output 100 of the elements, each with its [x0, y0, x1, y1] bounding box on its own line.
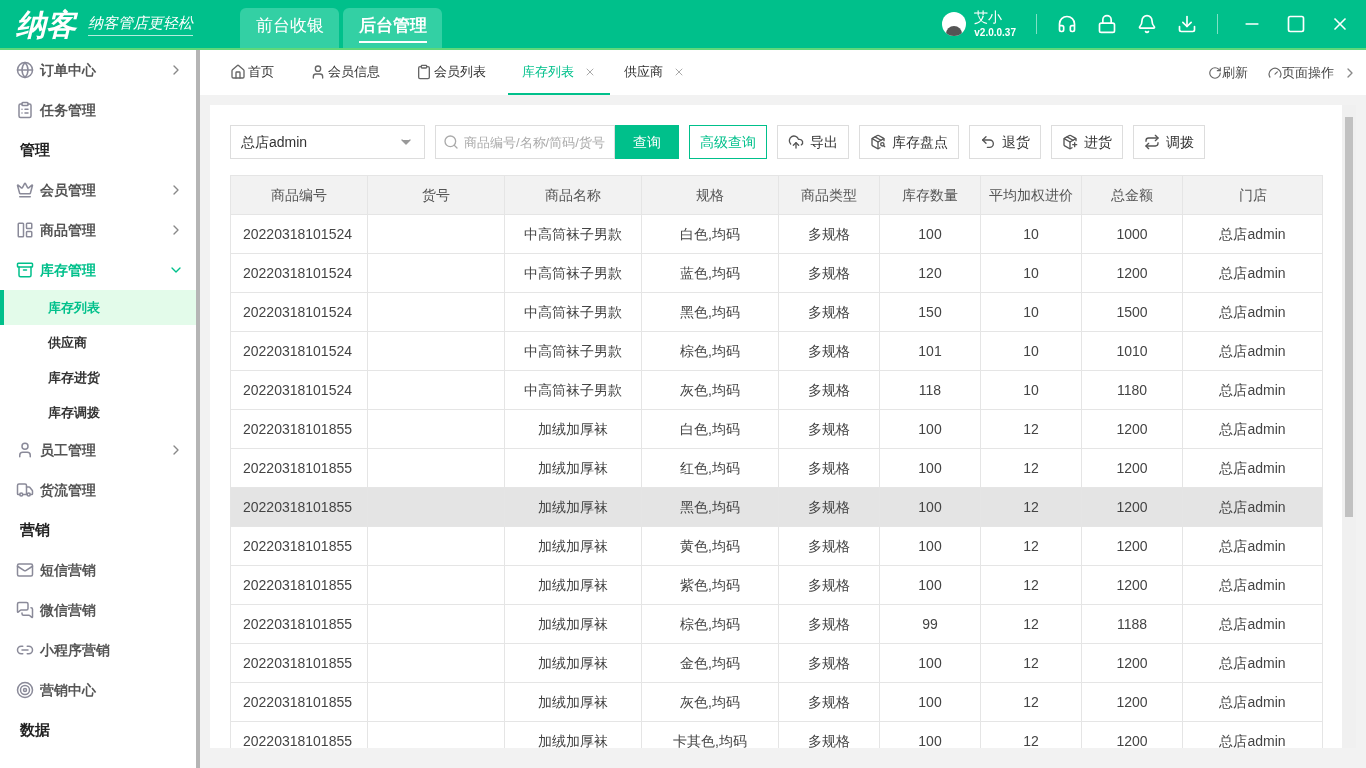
- table-cell-text: 加绒加厚袜: [538, 692, 608, 712]
- table-cell-text: 10: [1023, 302, 1039, 322]
- store-select[interactable]: 总店admin: [230, 125, 425, 159]
- table-cell-text: 10: [1023, 224, 1039, 244]
- table-row[interactable]: 20220318101855 加绒加厚袜 棕色,均码 多规格 99 12 1188 总店admin: [231, 605, 1323, 644]
- table-row[interactable]: 20220318101855 加绒加厚袜 灰色,均码 多规格 100 12 1200 总店admin: [231, 683, 1323, 722]
- table-row[interactable]: 20220318101524 中高筒袜子男款 黑色,均码 多规格 150 10 1500 总店admin: [231, 293, 1323, 332]
- download-icon[interactable]: [1177, 14, 1197, 34]
- table-cell-text: 100: [918, 653, 942, 673]
- table-cell-text: 12: [1023, 575, 1039, 595]
- submenu-item[interactable]: 库存调拨: [0, 395, 196, 430]
- avatar[interactable]: [942, 12, 967, 36]
- table-cell-text: 118: [918, 380, 942, 400]
- table-row[interactable]: 20220318101855 加绒加厚袜 红色,均码 多规格 100 12 1200 总店admin: [231, 449, 1323, 488]
- menu-item[interactable]: 订单中心: [0, 50, 196, 90]
- table-row[interactable]: 20220318101855 加绒加厚袜 白色,均码 多规格 100 12 1200 总店admin: [231, 410, 1323, 449]
- table-cell-text: 1200: [1116, 497, 1148, 517]
- table-cell-text: 红色,均码: [680, 458, 740, 478]
- maximize-icon[interactable]: [1286, 14, 1306, 34]
- table-row[interactable]: 20220318101855 加绒加厚袜 紫色,均码 多规格 100 12 1200 总店admin: [231, 566, 1323, 605]
- table-cell-text: 金色,均码: [680, 653, 740, 673]
- table-cell-text: 多规格: [808, 302, 850, 322]
- column-header: 规格: [642, 176, 779, 214]
- table-cell-text: 20220318101524: [243, 224, 352, 244]
- table-cell-text: 12: [1023, 419, 1039, 439]
- page-tab[interactable]: 会员信息: [296, 50, 402, 95]
- table-cell-text: 1200: [1116, 536, 1148, 556]
- submenu-item[interactable]: 供应商: [0, 325, 196, 360]
- table-cell-text: 加绒加厚袜: [538, 653, 608, 673]
- table-cell-text: 加绒加厚袜: [538, 614, 608, 634]
- page-tab[interactable]: 会员列表: [402, 50, 508, 95]
- page-tab[interactable]: 首页: [216, 50, 296, 95]
- menu-item[interactable]: 营销中心: [0, 670, 196, 710]
- table-cell-text: 12: [1023, 731, 1039, 748]
- table-cell-text: 1200: [1116, 692, 1148, 712]
- table-cell-text: 20220318101855: [243, 458, 352, 478]
- table-cell-text: 10: [1023, 380, 1039, 400]
- table-cell-text: 120: [918, 263, 942, 283]
- table-cell-text: 灰色,均码: [680, 380, 740, 400]
- toolbar-button[interactable]: 调拨: [1133, 125, 1205, 159]
- refresh-icon: [1208, 65, 1222, 80]
- table-cell-text: 白色,均码: [680, 419, 740, 439]
- table-cell-text: 10: [1023, 341, 1039, 361]
- menu-item[interactable]: 任务管理: [0, 90, 196, 130]
- table-row[interactable]: 20220318101524 中高筒袜子男款 棕色,均码 多规格 101 10 1010 总店admin: [231, 332, 1323, 371]
- menu-item[interactable]: 微信营销: [0, 590, 196, 630]
- table-cell-text: 1200: [1116, 575, 1148, 595]
- table-cell-text: 黑色,均码: [680, 497, 740, 517]
- archive-icon: [16, 261, 34, 279]
- headset-icon[interactable]: [1057, 14, 1077, 34]
- table-row[interactable]: 20220318101524 中高筒袜子男款 灰色,均码 多规格 118 10 1180 总店admin: [231, 371, 1323, 410]
- table-cell-text: 总店admin: [1219, 731, 1286, 748]
- search-field[interactable]: 商品编号/名称/简码/货号: [435, 125, 615, 159]
- table-cell-text: 100: [918, 419, 942, 439]
- table-row[interactable]: 20220318101855 加绒加厚袜 黑色,均码 多规格 100 12 1200 总店admin: [231, 488, 1323, 527]
- table-cell-text: 中高筒袜子男款: [524, 263, 622, 283]
- table-row[interactable]: 20220318101524 中高筒袜子男款 蓝色,均码 多规格 120 10 1200 总店admin: [231, 254, 1323, 293]
- submenu-item[interactable]: 库存进货: [0, 360, 196, 395]
- table-cell-text: 100: [918, 458, 942, 478]
- table-cell-text: 多规格: [808, 419, 850, 439]
- menu-item[interactable]: 员工管理: [0, 430, 196, 470]
- table-cell-text: 总店admin: [1219, 380, 1286, 400]
- bell-icon[interactable]: [1137, 14, 1157, 34]
- table-cell-text: 中高筒袜子男款: [524, 224, 622, 244]
- table-cell-text: 多规格: [808, 224, 850, 244]
- table-cell-text: 20220318101855: [243, 614, 352, 634]
- lock-icon[interactable]: [1097, 14, 1117, 34]
- table-cell-text: 紫色,均码: [680, 575, 740, 595]
- menu-item[interactable]: 会员管理: [0, 170, 196, 210]
- table-cell-text: 总店admin: [1219, 497, 1286, 517]
- refresh-button[interactable]: 刷新: [1208, 62, 1248, 83]
- table-cell-text: 加绒加厚袜: [538, 575, 608, 595]
- menu-item[interactable]: 短信营销: [0, 550, 196, 590]
- table-cell-text: 中高筒袜子男款: [524, 341, 622, 361]
- toolbar-button[interactable]: 库存盘点: [859, 125, 959, 159]
- table-cell-text: 多规格: [808, 497, 850, 517]
- table-cell-text: 100: [918, 497, 942, 517]
- user-name: 艾小: [974, 9, 1004, 27]
- table-cell-text: 20220318101524: [243, 263, 352, 283]
- toolbar-button[interactable]: 退货: [969, 125, 1041, 159]
- toolbar-button[interactable]: 导出: [777, 125, 849, 159]
- menu-item[interactable]: 商品管理: [0, 210, 196, 250]
- table-cell-text: 12: [1023, 692, 1039, 712]
- clipboard-icon: [416, 63, 432, 80]
- table-cell-text: 中高筒袜子男款: [524, 380, 622, 400]
- app-logo: 纳客: [16, 6, 76, 43]
- section-heading: 数据: [20, 719, 50, 740]
- menu-item[interactable]: 货流管理: [0, 470, 196, 510]
- table-row[interactable]: 20220318101855 加绒加厚袜 黄色,均码 多规格 100 12 1200 总店admin: [231, 527, 1323, 566]
- menu-item[interactable]: 小程序营销: [0, 630, 196, 670]
- table-cell-text: 多规格: [808, 380, 850, 400]
- table-cell-text: 20220318101524: [243, 341, 352, 361]
- table-cell-text: 加绒加厚袜: [538, 497, 608, 517]
- page-actions-button[interactable]: 页面操作: [1268, 62, 1334, 83]
- toolbar-button[interactable]: 进货: [1051, 125, 1123, 159]
- target-icon: [16, 681, 34, 699]
- table-cell-text: 100: [918, 536, 942, 556]
- table-row[interactable]: 20220318101855 加绒加厚袜 金色,均码 多规格 100 12 1200 总店admin: [231, 644, 1323, 683]
- page-tab[interactable]: 供应商: [610, 50, 699, 95]
- table-row[interactable]: 20220318101524 中高筒袜子男款 白色,均码 多规格 100 10 1000 总店admin: [231, 215, 1323, 254]
